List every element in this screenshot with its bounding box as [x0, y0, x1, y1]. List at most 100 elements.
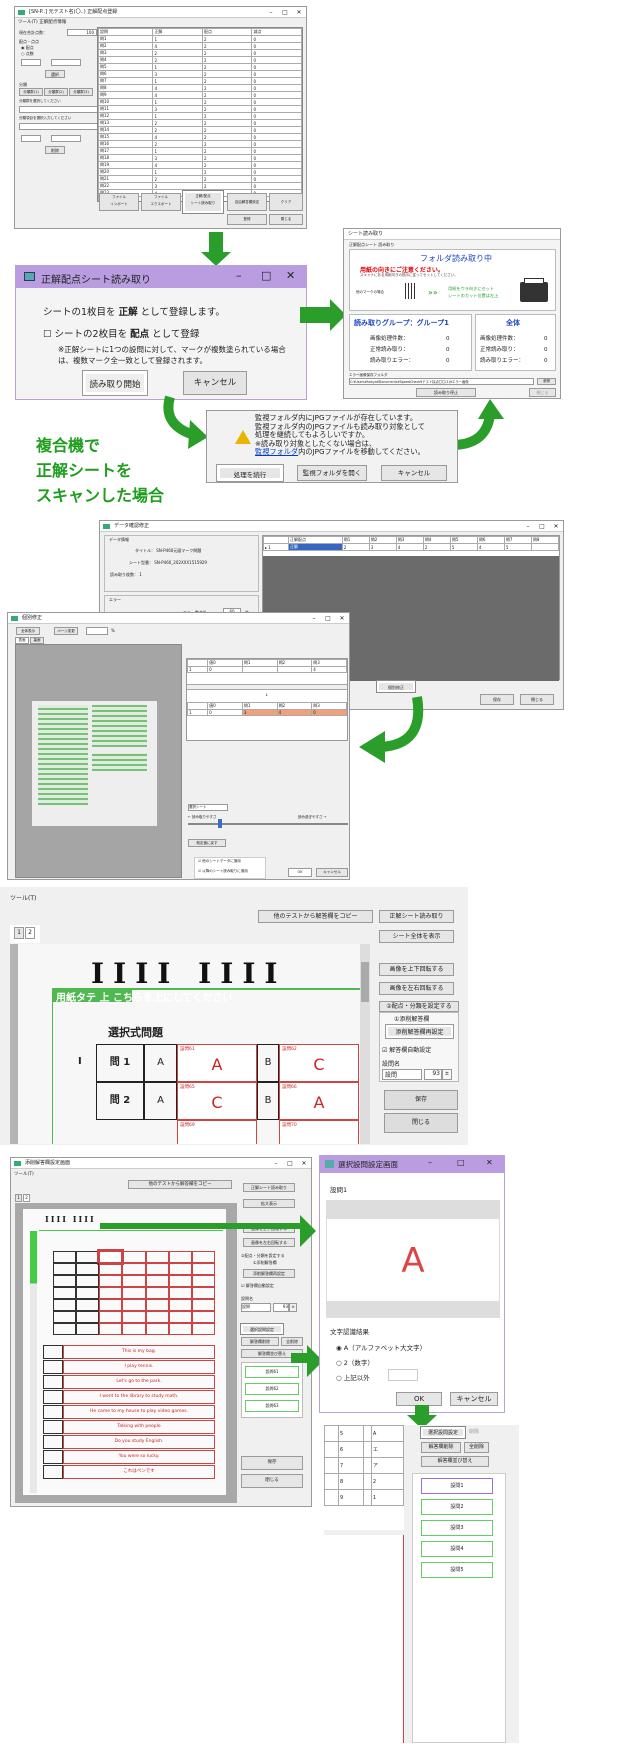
question-item[interactable]: 設問63 — [245, 1400, 299, 1412]
delete-answer-button[interactable]: 解答欄削除 — [421, 1442, 461, 1453]
mcq-cell[interactable] — [145, 1323, 169, 1335]
page-2-tab[interactable]: 2 — [23, 1194, 30, 1202]
mcq-cell[interactable] — [168, 1287, 192, 1299]
scrollbar[interactable] — [187, 684, 347, 690]
second-sheet-checkbox[interactable]: ☐ シートの2枚目を 配点 として登録 — [43, 326, 199, 340]
answer-box[interactable]: Let's go to the park. — [63, 1375, 215, 1389]
close-icon[interactable]: ✕ — [335, 613, 349, 624]
mcq-cell[interactable] — [99, 1263, 123, 1275]
delete-all-button[interactable]: 全削除 — [281, 1337, 303, 1346]
save-button[interactable]: 保存 — [241, 1456, 303, 1470]
ok-button[interactable]: OK — [396, 1392, 442, 1406]
watch-folder-link[interactable]: 監視フォルダ — [255, 447, 298, 457]
clear-button[interactable]: クリア — [269, 193, 303, 211]
category-group-select[interactable] — [19, 106, 101, 113]
mcq-cell[interactable] — [145, 1251, 169, 1263]
file-export-button[interactable]: ファイル エクスポート — [141, 193, 181, 211]
mcq-cell[interactable] — [145, 1275, 169, 1287]
answer-box[interactable]: I play tennis. — [63, 1360, 215, 1374]
mcq-cell[interactable] — [122, 1275, 146, 1287]
start-read-button[interactable]: 読み取り開始 — [83, 371, 147, 395]
spinner-icon[interactable]: ± — [289, 1303, 297, 1312]
delete-all-button[interactable]: 全削除 — [464, 1442, 489, 1453]
mcq-cell[interactable] — [145, 1311, 169, 1323]
delete-button[interactable]: 削除 — [45, 146, 65, 154]
mcq-cell[interactable] — [168, 1323, 192, 1335]
set-score-category-tab[interactable]: ②配点・分類を設定する — [241, 1253, 285, 1259]
auto-set-checkbox[interactable]: ☑ 解答欄自動設定 — [241, 1283, 274, 1289]
close-icon[interactable]: ✕ — [286, 269, 295, 282]
mcq-cell[interactable] — [168, 1263, 192, 1275]
scroll-thumb[interactable] — [361, 962, 369, 1002]
close-button[interactable]: 閉じる — [520, 694, 554, 705]
table-row[interactable]: 問22 3 2 0 — [98, 182, 302, 190]
minimize-icon[interactable]: – — [428, 1158, 432, 1167]
mcq-cell[interactable] — [168, 1275, 192, 1287]
table-row[interactable]: 問5 1 2 0 — [98, 63, 302, 71]
page-1-tab[interactable]: 1 — [15, 1194, 22, 1202]
menu-bar[interactable]: ツール(T) — [14, 1171, 34, 1177]
table-row[interactable]: 問12 1 2 0 — [98, 112, 302, 120]
sheet-preview[interactable] — [15, 644, 182, 878]
zoom-input[interactable] — [86, 627, 108, 635]
radio-number[interactable]: ○ 2（数字） — [336, 1357, 374, 1367]
table-row[interactable]: 問15 4 2 0 — [98, 133, 302, 141]
mcq-cell[interactable] — [191, 1251, 215, 1263]
mcq-cell[interactable] — [99, 1311, 123, 1323]
mcq-cell[interactable] — [99, 1323, 123, 1335]
close-button[interactable]: 閉じる — [269, 214, 303, 225]
slider-thumb[interactable] — [218, 819, 222, 828]
table-row[interactable]: 問1 1 2 0 — [98, 35, 302, 43]
close-button[interactable]: 閉じる — [529, 388, 556, 397]
mcq-cell[interactable] — [122, 1251, 146, 1263]
cancel-button[interactable]: キャンセル — [450, 1392, 498, 1406]
select-button[interactable]: 選択 — [45, 70, 65, 78]
tab-category-1[interactable]: 分類群(1) — [19, 88, 43, 96]
mcq-cell[interactable] — [99, 1287, 123, 1299]
read-answer-sheet-button[interactable]: 正解シート読み取り — [243, 1183, 295, 1192]
mcq-cell[interactable] — [97, 1249, 125, 1265]
apply-other-sheets-checkbox[interactable]: ☑ 他のシートデータに適用 — [198, 859, 241, 864]
zoom-button[interactable]: 拡大表示 — [243, 1199, 295, 1208]
spinner-icon[interactable]: ± — [442, 1069, 452, 1080]
minimize-icon[interactable]: – — [264, 7, 278, 18]
rotate-vertical-button[interactable]: 画像を上下回転する — [379, 963, 454, 976]
mcq-cell[interactable] — [122, 1263, 146, 1275]
table-row[interactable]: 問17 1 2 0 — [98, 147, 302, 155]
select-question-button[interactable]: 選択設問設定 — [241, 1324, 283, 1334]
answer-box[interactable]: You were so lucky. — [63, 1450, 215, 1464]
range-to-select-2[interactable] — [51, 135, 81, 142]
file-import-button[interactable]: ファイル インポート — [99, 193, 139, 211]
tab-front[interactable]: 表面 — [15, 637, 29, 644]
cancel-button[interactable]: キャンセル — [183, 371, 247, 395]
read-answer-sheet-button[interactable]: 正解シート読み取り — [379, 910, 454, 923]
individual-fix-button[interactable]: 個別修正 — [377, 681, 415, 692]
answer-grid[interactable]: 設問 正解 配点 減点 問1 1 2 0 問2 4 2 0 問3 2 2 0 問4 2 2 0 問5 1 2 0 問6 3 2 0 問7… — [97, 27, 303, 202]
minimize-icon[interactable]: – — [521, 521, 535, 532]
maximize-icon[interactable]: □ — [278, 7, 292, 18]
question-item[interactable]: 設問2 — [421, 1499, 493, 1515]
tab-category-3[interactable]: 分類群(3) — [69, 88, 93, 96]
rotate-horizontal-button[interactable]: 画像を左右回転する — [243, 1238, 295, 1247]
close-button[interactable]: 閉じる — [384, 1113, 458, 1133]
category-item-input[interactable] — [19, 123, 101, 130]
auto-set-checkbox[interactable]: ☑ 解答欄自動設定 — [382, 1045, 431, 1054]
tab-category-2[interactable]: 分類群(2) — [44, 88, 68, 96]
mcq-cell[interactable] — [99, 1275, 123, 1287]
question-list[interactable]: 設問1 設問2 設問3 設問4 設問5 — [412, 1473, 506, 1743]
set-score-category-tab[interactable]: ②配点・分類を設定する — [379, 1001, 459, 1012]
mcq-cell[interactable] — [191, 1263, 215, 1275]
mcq-cell[interactable] — [191, 1311, 215, 1323]
rotate-horizontal-button[interactable]: 画像を左右回転する — [379, 982, 454, 995]
question-number-input[interactable]: 93 — [424, 1069, 442, 1080]
mcq-cell[interactable] — [191, 1323, 215, 1335]
copy-answers-button[interactable]: 他のテストから解答欄をコピー — [128, 1180, 232, 1189]
question-name-input[interactable]: 設問 — [382, 1069, 422, 1080]
table-row[interactable]: 問2 4 2 0 — [98, 42, 302, 50]
table-row[interactable]: 問9 4 2 0 — [98, 91, 302, 99]
radio-other[interactable]: ○ 上記以外 — [336, 1372, 370, 1382]
question-list[interactable]: 設問61 設問62 設問63 — [241, 1362, 303, 1418]
mcq-cell[interactable] — [122, 1299, 146, 1311]
continue-button[interactable]: 処理を続行 — [217, 465, 283, 481]
table-row[interactable]: 問16 2 2 0 — [98, 140, 302, 148]
